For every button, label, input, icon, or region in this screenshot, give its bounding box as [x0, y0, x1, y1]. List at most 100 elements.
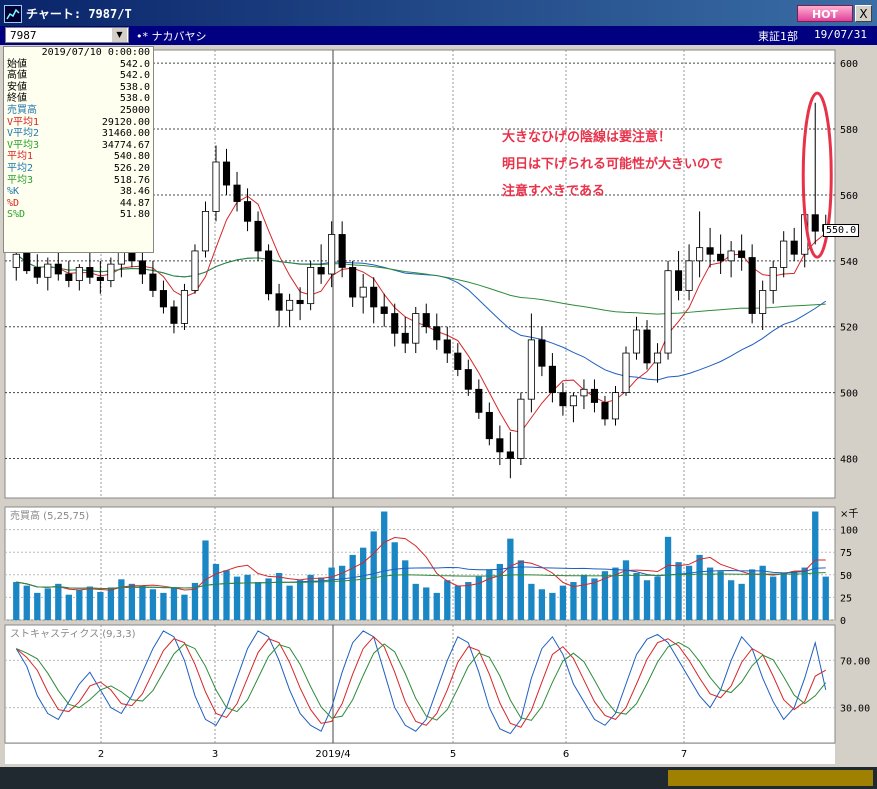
info-label: 平均3 [7, 174, 34, 186]
close-button[interactable]: X [855, 5, 872, 22]
volume-bar [696, 554, 703, 620]
hot-button[interactable]: HOT [797, 5, 853, 22]
volume-bar [13, 582, 20, 620]
volume-bar [296, 580, 304, 620]
info-label: 安値 [7, 81, 27, 93]
stoch-tick-label: 30.00 [840, 704, 870, 715]
info-label: 終値 [7, 93, 27, 105]
candle-body [517, 398, 525, 459]
info-value: 540.80 [113, 151, 150, 163]
candle-body [611, 392, 620, 420]
candle-body [370, 286, 378, 308]
candle-body [107, 263, 115, 281]
volume-bar [580, 574, 588, 620]
info-datetime: 2019/07/10 0:00:00 [41, 47, 150, 58]
volume-bar [433, 592, 440, 620]
candle-body [590, 388, 599, 403]
date-tick-label: 7 [681, 749, 687, 760]
volume-bar [822, 576, 829, 620]
annotation-line: 注意すべきである [502, 184, 605, 199]
volume-tick-label: 25 [840, 593, 852, 604]
volume-bar [559, 585, 567, 620]
info-label: V平均3 [7, 139, 40, 151]
volume-bar [360, 547, 367, 620]
volume-bar [465, 582, 472, 620]
candle-body [706, 247, 714, 255]
symbol-code-input[interactable]: 7987 [5, 27, 129, 43]
info-label: S%D [7, 209, 26, 221]
info-row: V平均2 31460.00 [4, 128, 153, 140]
candle-body [675, 270, 683, 291]
candle-body [359, 286, 367, 298]
info-value: 542.0 [119, 58, 150, 70]
volume-bar [780, 572, 787, 620]
chevron-down-icon[interactable]: ▼ [112, 28, 127, 42]
volume-bar [76, 590, 83, 620]
price-tick-label: 600 [840, 59, 858, 70]
candle-body [180, 290, 189, 324]
volume-bar [717, 571, 724, 620]
info-label: 高値 [7, 70, 27, 82]
volume-bar [643, 580, 651, 620]
volume-bar [549, 592, 556, 620]
ohlc-info-box: 2019/07/10 0:00:00 始値 542.0 高値 542.0 安値 538.0… [3, 46, 154, 253]
volume-bar [254, 582, 262, 620]
annotation-line: 大きなひげの陰線は要注意！ [502, 130, 672, 145]
volume-bar [675, 562, 682, 620]
volume-bar [128, 583, 136, 620]
volume-bar [685, 565, 693, 620]
info-value: 25000 [119, 104, 150, 116]
volume-bar [770, 576, 777, 620]
info-value: 538.0 [119, 81, 150, 93]
candle-body [296, 299, 304, 305]
candle-body [790, 240, 798, 255]
navigator-thumb[interactable] [668, 770, 873, 786]
info-row: %D 44.87 [4, 198, 153, 210]
candle-body [664, 270, 672, 354]
info-value: 518.76 [113, 174, 150, 186]
info-row: 終値 538.0 [4, 93, 153, 105]
volume-bar [212, 563, 220, 620]
volume-bar [791, 571, 798, 620]
candle-body [23, 250, 31, 272]
volume-bar [275, 572, 283, 620]
stoch-panel-title: ストキャスティクス (9,3,3) [10, 628, 136, 640]
price-tick-label: 500 [840, 389, 858, 400]
candle-body [727, 250, 735, 262]
volume-bar [55, 583, 62, 620]
volume-tick-label: 0 [840, 616, 846, 627]
candle-body [212, 161, 220, 212]
volume-bar [496, 563, 503, 620]
candle-body [201, 211, 210, 252]
market-label: 東証1部 [758, 30, 798, 43]
candle-body [170, 306, 178, 324]
info-value: 538.0 [119, 93, 150, 105]
candle-body [527, 339, 535, 400]
volume-bar [591, 578, 598, 620]
info-row: 始値 542.0 [4, 59, 153, 71]
candle-body [496, 438, 504, 453]
candle-body [454, 352, 462, 370]
volume-bar [507, 538, 514, 620]
volume-bar [139, 585, 146, 620]
candle-body [33, 267, 41, 278]
candle-body [54, 263, 62, 275]
candle-body [685, 260, 693, 291]
volume-bar [517, 560, 525, 620]
candle-body [433, 326, 441, 341]
candle-body [391, 313, 399, 334]
info-row: 平均2 526.20 [4, 163, 153, 175]
candle-body [601, 402, 609, 420]
candle-body [243, 201, 252, 222]
volume-bar [633, 572, 640, 620]
volume-bar [381, 511, 388, 620]
candle-body [380, 306, 388, 314]
candle-body [275, 293, 283, 311]
volume-bar [317, 577, 325, 620]
candle-body [349, 267, 357, 298]
info-row: S%D 51.80 [4, 209, 153, 221]
volume-bar [97, 591, 104, 620]
info-row: V平均1 29120.00 [4, 117, 153, 129]
date-tick-label: 2 [98, 749, 104, 760]
info-value: 542.0 [119, 70, 150, 82]
